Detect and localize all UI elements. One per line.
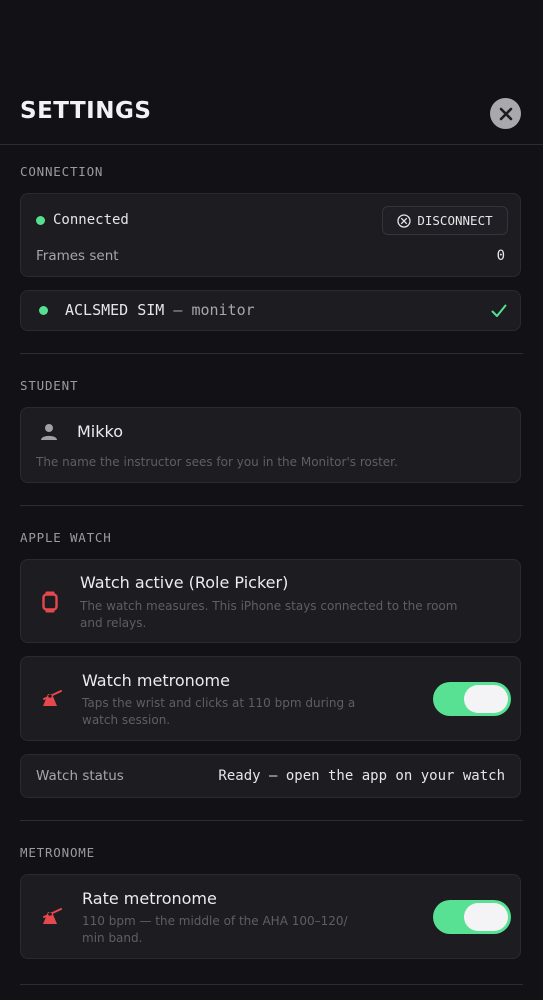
rate-metronome-toggle[interactable]: [433, 900, 511, 934]
room-name: ACLSMED SIM: [65, 301, 165, 319]
toggle-knob: [464, 903, 508, 931]
room-role: monitor: [191, 301, 255, 319]
rate-metronome-description: 110 bpm — the middle of the AHA 100–120/…: [82, 914, 348, 945]
watch-active-title: Watch active (Role Picker): [80, 573, 289, 592]
disconnect-label: DISCONNECT: [417, 213, 493, 228]
page-title: SETTINGS: [20, 98, 152, 124]
room-card[interactable]: ACLSMED SIM — monitor: [20, 290, 521, 331]
section-label-metronome: METRONOME: [20, 845, 95, 860]
watch-active-description: The watch measures. This iPhone stays co…: [80, 599, 458, 630]
section-divider: [20, 984, 523, 985]
watch-metronome-description: Taps the wrist and clicks at 110 bpm dur…: [82, 696, 356, 727]
watch-status-label: Watch status: [36, 768, 124, 784]
watch-metronome-card: Watch metronome Taps the wrist and click…: [20, 656, 521, 741]
room-separator: —: [173, 301, 183, 319]
checkmark-icon: [491, 304, 507, 317]
close-button[interactable]: [490, 98, 521, 129]
section-divider: [20, 353, 523, 354]
watch-status-value: Ready — open the app on your watch: [218, 768, 505, 784]
watch-metronome-toggle[interactable]: [433, 682, 511, 716]
section-label-apple-watch: APPLE WATCH: [20, 530, 112, 545]
close-icon: [499, 107, 512, 120]
rate-metronome-title: Rate metronome: [82, 889, 217, 908]
connected-status-dot: [36, 216, 45, 225]
toggle-knob: [464, 685, 508, 713]
section-label-student: STUDENT: [20, 378, 79, 393]
section-label-connection: CONNECTION: [20, 164, 104, 179]
watch-icon: [42, 591, 58, 613]
rate-metronome-card: Rate metronome 110 bpm — the middle of t…: [20, 874, 521, 959]
connection-status: Connected: [53, 212, 129, 228]
disconnect-icon: [397, 213, 412, 228]
frames-sent-label: Frames sent: [36, 248, 119, 264]
student-name-hint: The name the instructor sees for you in …: [36, 455, 398, 469]
frames-sent-value: 0: [496, 248, 505, 264]
metronome-icon: [43, 908, 62, 924]
student-card[interactable]: Mikko The name the instructor sees for y…: [20, 407, 521, 483]
section-divider: [20, 505, 523, 506]
watch-metronome-title: Watch metronome: [82, 671, 230, 690]
student-name-input[interactable]: Mikko: [77, 422, 123, 441]
header-divider: [0, 144, 543, 145]
watch-active-card[interactable]: Watch active (Role Picker) The watch mea…: [20, 559, 521, 643]
connection-card: Connected DISCONNECT Frames sent 0: [20, 193, 521, 277]
room-status-dot: [39, 306, 48, 315]
metronome-icon: [43, 690, 62, 706]
disconnect-button[interactable]: DISCONNECT: [382, 206, 508, 235]
section-divider: [20, 820, 523, 821]
person-icon: [41, 424, 57, 440]
watch-status-card: Watch status Ready — open the app on you…: [20, 754, 521, 798]
